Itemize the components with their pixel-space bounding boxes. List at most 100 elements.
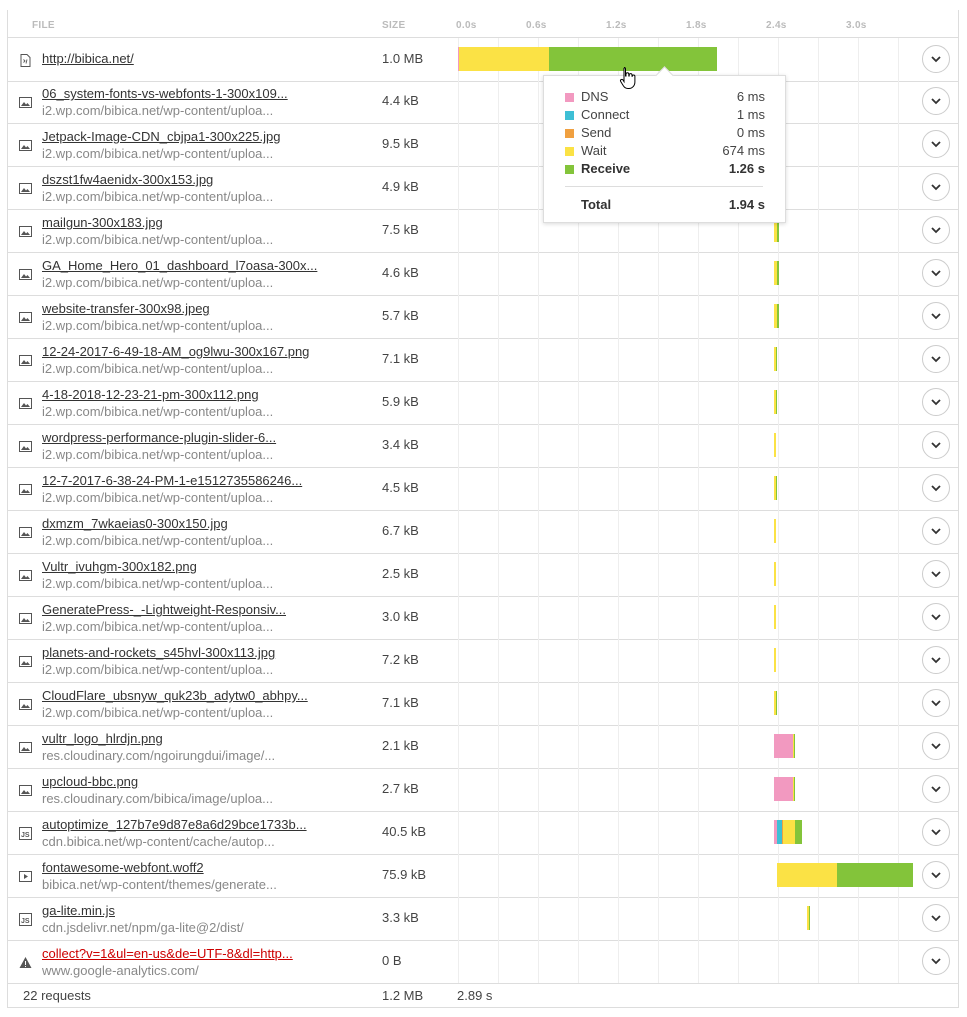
grid-line <box>498 381 499 424</box>
expand-row-button[interactable] <box>922 302 950 330</box>
table-row[interactable]: JS autoptimize_127b7e9d87e8a6d29bce1733b.… <box>8 811 958 855</box>
file-size: 3.3 kB <box>382 910 419 925</box>
expand-row-button[interactable] <box>922 818 950 846</box>
timing-bar-wait[interactable] <box>458 47 549 71</box>
table-row[interactable]: dxmzm_7wkaeias0-300x150.jpg i2.wp.com/bib… <box>8 510 958 554</box>
expand-row-button[interactable] <box>922 689 950 717</box>
file-name-link[interactable]: mailgun-300x183.jpg <box>42 215 342 230</box>
timing-bar-dns[interactable] <box>773 734 793 758</box>
timing-bar-dns[interactable] <box>773 777 793 801</box>
file-name-link[interactable]: dxmzm_7wkaeias0-300x150.jpg <box>42 516 342 531</box>
timing-bar-receive[interactable] <box>808 906 811 930</box>
timing-bar-wait[interactable] <box>773 433 776 457</box>
expand-row-button[interactable] <box>922 775 950 803</box>
expand-row-button[interactable] <box>922 474 950 502</box>
expand-row-button[interactable] <box>922 861 950 889</box>
file-name-link[interactable]: collect?v=1&ul=en-us&de=UTF-8&dl=http... <box>42 946 342 961</box>
file-name-link[interactable]: dszst1fw4aenidx-300x153.jpg <box>42 172 342 187</box>
timing-bar-receive[interactable] <box>775 390 778 414</box>
timing-bar-receive[interactable] <box>795 820 802 844</box>
timing-bar-receive[interactable] <box>775 691 778 715</box>
file-name-link[interactable]: website-transfer-300x98.jpeg <box>42 301 342 316</box>
timing-bar-receive[interactable] <box>776 261 779 285</box>
file-name-link[interactable]: planets-and-rockets_s45hvl-300x113.jpg <box>42 645 342 660</box>
file-name-link[interactable]: http://bibica.net/ <box>42 51 342 66</box>
file-name-link[interactable]: CloudFlare_ubsnyw_quk23b_adytw0_abhpy... <box>42 688 342 703</box>
table-row[interactable]: GeneratePress-_-Lightweight-Responsiv...… <box>8 596 958 640</box>
expand-row-button[interactable] <box>922 173 950 201</box>
grid-line <box>818 553 819 596</box>
timing-bar-wait[interactable] <box>773 605 776 629</box>
timing-bar-wait[interactable] <box>773 648 776 672</box>
file-name-link[interactable]: Jetpack-Image-CDN_cbjpa1-300x225.jpg <box>42 129 342 144</box>
timing-bar-wait[interactable] <box>783 820 796 844</box>
file-name-link[interactable]: 06_system-fonts-vs-webfonts-1-300x109... <box>42 86 342 101</box>
image-file-icon <box>19 655 32 668</box>
grid-line <box>578 510 579 553</box>
timing-bar-receive[interactable] <box>776 304 779 328</box>
grid-line <box>498 338 499 381</box>
table-row[interactable]: 12-24-2017-6-49-18-AM_og9lwu-300x167.png… <box>8 338 958 382</box>
expand-row-button[interactable] <box>922 216 950 244</box>
table-row[interactable]: collect?v=1&ul=en-us&de=UTF-8&dl=http...… <box>8 940 958 984</box>
file-name-link[interactable]: 12-7-2017-6-38-24-PM-1-e1512735586246... <box>42 473 342 488</box>
expand-row-button[interactable] <box>922 388 950 416</box>
expand-row-button[interactable] <box>922 431 950 459</box>
file-name-link[interactable]: Vultr_ivuhgm-300x182.png <box>42 559 342 574</box>
timing-bar-wait[interactable] <box>773 519 776 543</box>
table-row[interactable]: mailgun-300x183.jpg i2.wp.com/bibica.net/… <box>8 209 958 253</box>
expand-row-button[interactable] <box>922 646 950 674</box>
expand-row-button[interactable] <box>922 345 950 373</box>
file-name-link[interactable]: ga-lite.min.js <box>42 903 342 918</box>
table-row[interactable]: CloudFlare_ubsnyw_quk23b_adytw0_abhpy...… <box>8 682 958 726</box>
table-row[interactable]: 06_system-fonts-vs-webfonts-1-300x109...… <box>8 80 958 124</box>
timing-bar-wait[interactable] <box>776 863 837 887</box>
grid-line <box>698 897 699 940</box>
grid-line <box>898 424 899 467</box>
table-row[interactable]: Vultr_ivuhgm-300x182.png i2.wp.com/bibica… <box>8 553 958 597</box>
expand-row-button[interactable] <box>922 45 950 73</box>
file-name-link[interactable]: GA_Home_Hero_01_dashboard_l7oasa-300x... <box>42 258 342 273</box>
expand-row-button[interactable] <box>922 603 950 631</box>
table-row[interactable]: website-transfer-300x98.jpeg i2.wp.com/bi… <box>8 295 958 339</box>
file-name-link[interactable]: autoptimize_127b7e9d87e8a6d29bce1733b... <box>42 817 342 832</box>
table-row[interactable]: GA_Home_Hero_01_dashboard_l7oasa-300x...… <box>8 252 958 296</box>
table-row[interactable]: dszst1fw4aenidx-300x153.jpg i2.wp.com/bib… <box>8 166 958 210</box>
timing-bar-receive[interactable] <box>836 863 913 887</box>
table-row[interactable]: upcloud-bbc.png res.cloudinary.com/bibica… <box>8 768 958 812</box>
table-row[interactable]: wordpress-performance-plugin-slider-6...… <box>8 424 958 468</box>
timing-bar-wait[interactable] <box>773 562 776 586</box>
file-name-link[interactable]: wordpress-performance-plugin-slider-6... <box>42 430 342 445</box>
table-row[interactable]: vultr_logo_hlrdjn.png res.cloudinary.com/… <box>8 725 958 769</box>
expand-row-button[interactable] <box>922 517 950 545</box>
grid-line <box>458 510 459 553</box>
file-name-link[interactable]: 4-18-2018-12-23-21-pm-300x112.png <box>42 387 342 402</box>
timing-bar-receive[interactable] <box>793 734 796 758</box>
file-name-link[interactable]: 12-24-2017-6-49-18-AM_og9lwu-300x167.png <box>42 344 342 359</box>
expand-row-button[interactable] <box>922 947 950 975</box>
table-row[interactable]: 12-7-2017-6-38-24-PM-1-e1512735586246...… <box>8 467 958 511</box>
grid-line <box>578 940 579 983</box>
grid-line <box>498 596 499 639</box>
table-row[interactable]: fontawesome-webfont.woff2 bibica.net/wp-c… <box>8 854 958 898</box>
table-row[interactable]: Jetpack-Image-CDN_cbjpa1-300x225.jpg i2.w… <box>8 123 958 167</box>
file-name-link[interactable]: fontawesome-webfont.woff2 <box>42 860 342 875</box>
file-name-link[interactable]: vultr_logo_hlrdjn.png <box>42 731 342 746</box>
chevron-down-icon <box>931 399 941 406</box>
file-name-link[interactable]: GeneratePress-_-Lightweight-Responsiv... <box>42 602 342 617</box>
timing-bar-receive[interactable] <box>775 476 778 500</box>
expand-row-button[interactable] <box>922 732 950 760</box>
expand-row-button[interactable] <box>922 259 950 287</box>
table-row[interactable]: JS ga-lite.min.js cdn.jsdelivr.net/npm/ga-… <box>8 897 958 941</box>
expand-row-button[interactable] <box>922 904 950 932</box>
expand-row-button[interactable] <box>922 130 950 158</box>
timing-bar-receive[interactable] <box>793 777 796 801</box>
grid-line <box>778 682 779 725</box>
expand-row-button[interactable] <box>922 560 950 588</box>
table-row[interactable]: http://bibica.net/1.0 MB <box>8 37 958 82</box>
file-name-link[interactable]: upcloud-bbc.png <box>42 774 342 789</box>
table-row[interactable]: planets-and-rockets_s45hvl-300x113.jpg i2… <box>8 639 958 683</box>
timing-bar-receive[interactable] <box>775 347 778 371</box>
expand-row-button[interactable] <box>922 87 950 115</box>
table-row[interactable]: 4-18-2018-12-23-21-pm-300x112.png i2.wp.c… <box>8 381 958 425</box>
